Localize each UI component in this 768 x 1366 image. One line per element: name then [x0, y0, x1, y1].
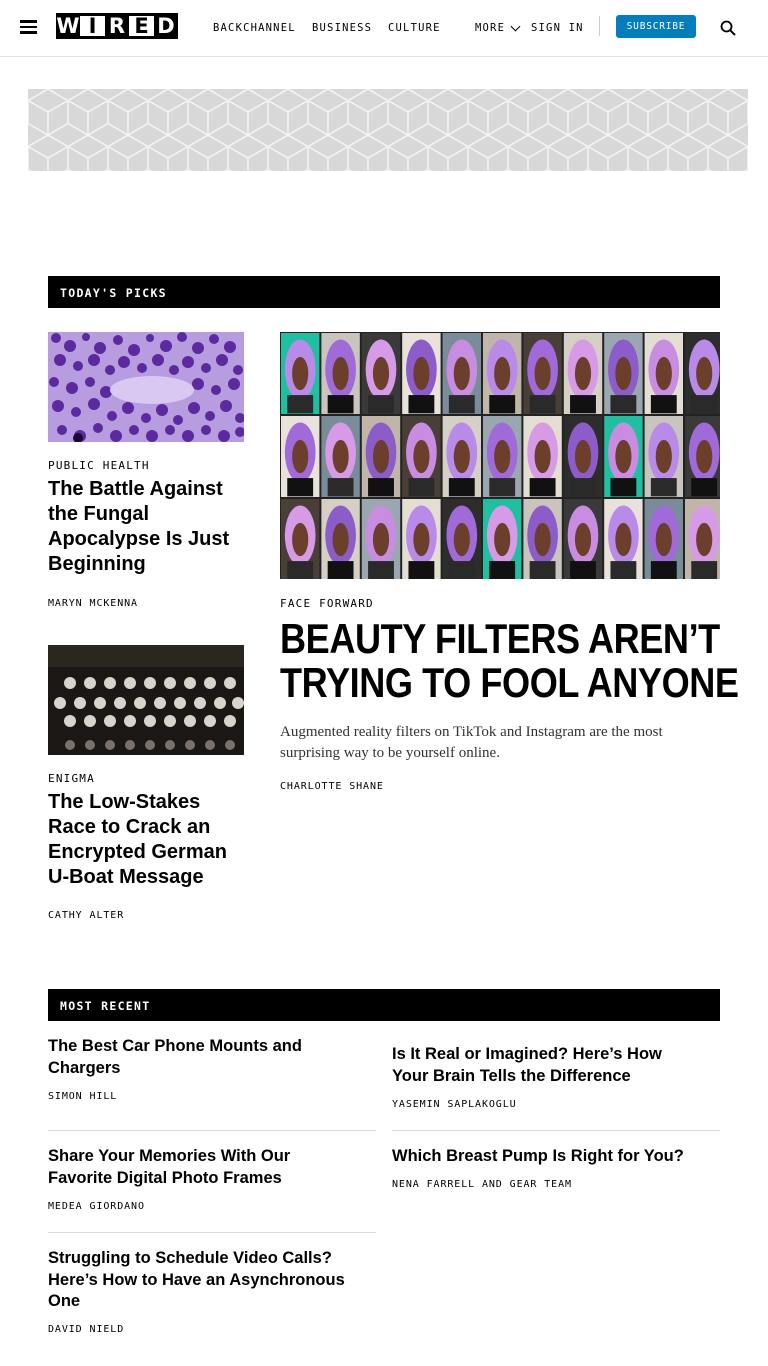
menu-icon[interactable]	[20, 20, 37, 34]
feature-byline[interactable]: CHARLOTTE SHANE	[280, 781, 384, 792]
feature-dek: Augmented reality filters on TikTok and …	[280, 724, 663, 761]
story-headline[interactable]: The Low-Stakes Race to Crack an Encrypte…	[48, 790, 244, 890]
nav-item-backchannel[interactable]: BACKCHANNEL	[213, 22, 296, 34]
recent-headline[interactable]: Is It Real or Imagined? Here’s How Your …	[392, 1044, 692, 1087]
recent-byline[interactable]: YASEMIN SAPLAKOGLU	[392, 1099, 517, 1110]
todays-picks-header: TODAY'S PICKS	[48, 276, 720, 308]
enigma-keyboard-image	[48, 645, 244, 755]
feature-headline-line: TRYING TO FOOL ANYONE	[280, 659, 739, 706]
feature-headline-line: BEAUTY FILTERS AREN’T	[280, 615, 720, 662]
wired-logo[interactable]: W I R E D	[56, 13, 178, 39]
recent-byline[interactable]: MEDEA GIORDANO	[48, 1201, 145, 1212]
recent-headline[interactable]: Which Breast Pump Is Right for You?	[392, 1146, 712, 1168]
most-recent-header: MOST RECENT	[48, 989, 720, 1021]
cell-microscopy-image	[48, 332, 244, 442]
story-rubric[interactable]: ENIGMA	[48, 772, 95, 785]
nav-item-business[interactable]: BUSINESS	[312, 22, 372, 34]
nav-item-culture[interactable]: CULTURE	[388, 22, 441, 34]
header-divider	[599, 16, 600, 36]
selfie-grid-image	[281, 333, 720, 579]
story-rubric[interactable]: PUBLIC HEALTH	[48, 459, 150, 472]
site-header: W I R E D BACKCHANNEL BUSINESS CULTURE M…	[0, 0, 768, 57]
story-byline[interactable]: CATHY ALTER	[48, 910, 124, 921]
search-icon[interactable]	[720, 20, 736, 36]
ad-cube-pattern	[28, 89, 748, 171]
story-headline[interactable]: The Battle Against the Fungal Apocalypse…	[48, 477, 244, 577]
recent-byline[interactable]: SIMON HILL	[48, 1091, 117, 1102]
feature-rubric[interactable]: FACE FORWARD	[280, 597, 374, 610]
story-image-fungal[interactable]	[48, 332, 244, 442]
chevron-down-icon[interactable]	[510, 21, 521, 32]
divider	[48, 1232, 376, 1233]
recent-headline[interactable]: The Best Car Phone Mounts and Chargers	[48, 1036, 348, 1079]
recent-byline[interactable]: NENA FARRELL AND GEAR TEAM	[392, 1179, 572, 1190]
recent-headline[interactable]: Struggling to Schedule Video Calls? Here…	[48, 1248, 358, 1313]
feature-image[interactable]	[280, 332, 720, 579]
divider	[48, 1130, 376, 1131]
sign-in-link[interactable]: SIGN IN	[531, 22, 584, 34]
ad-banner[interactable]	[28, 89, 748, 171]
divider	[392, 1130, 720, 1131]
recent-headline[interactable]: Share Your Memories With Our Favorite Di…	[48, 1146, 348, 1189]
recent-byline[interactable]: DAVID NIELD	[48, 1324, 124, 1335]
more-menu-button[interactable]: MORE	[475, 22, 505, 34]
story-image-enigma[interactable]	[48, 645, 244, 755]
feature-headline[interactable]: BEAUTY FILTERS AREN’T TRYING TO FOOL ANY…	[280, 615, 739, 706]
story-byline[interactable]: MARYN MCKENNA	[48, 598, 138, 609]
subscribe-button[interactable]: SUBSCRIBE	[616, 15, 696, 38]
